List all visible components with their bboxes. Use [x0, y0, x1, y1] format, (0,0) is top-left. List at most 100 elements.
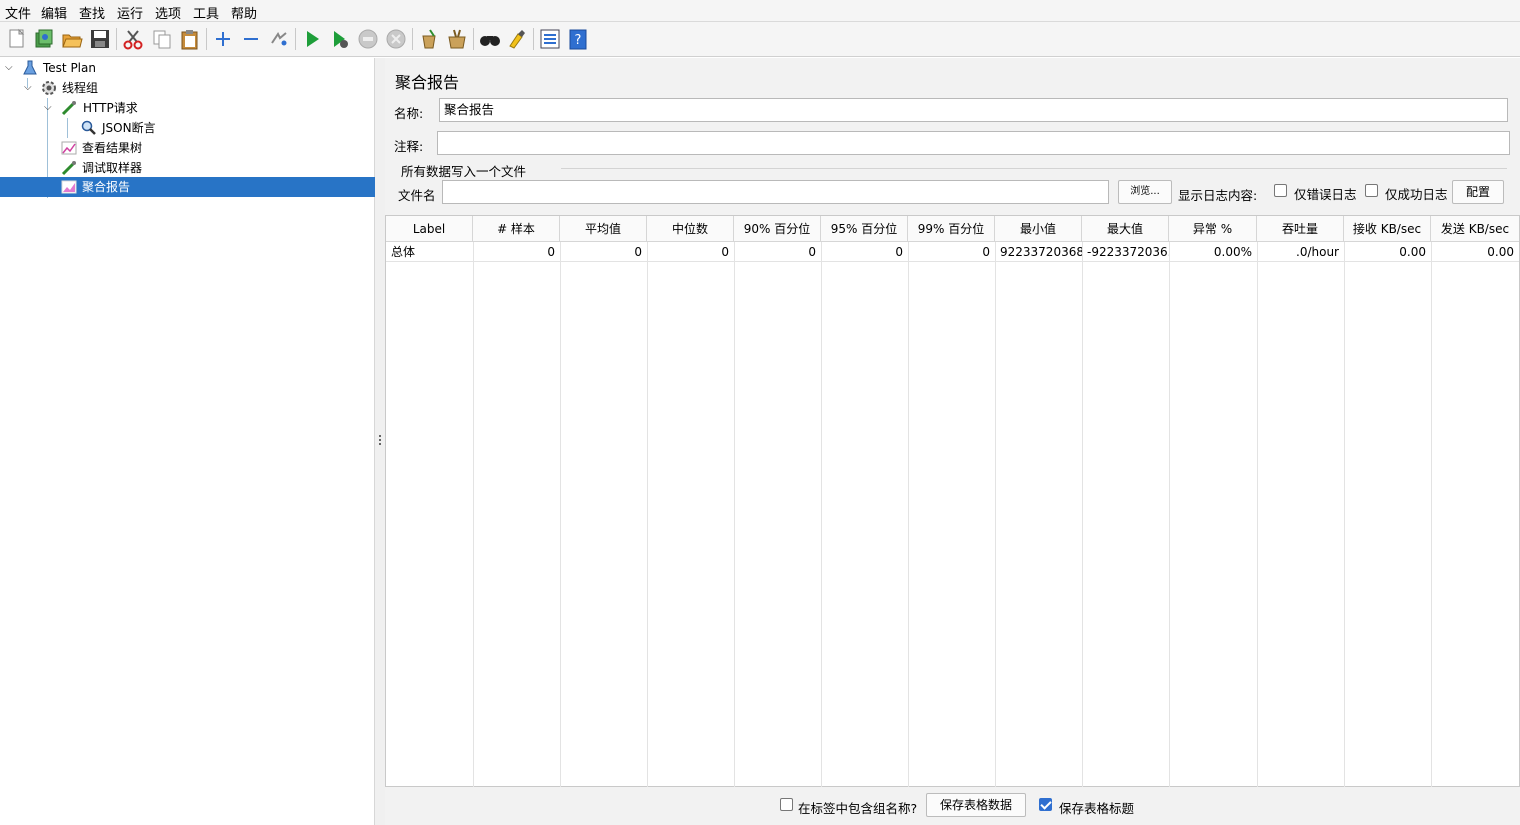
- magnifier-icon: [81, 120, 97, 136]
- column-header[interactable]: 异常 %: [1169, 216, 1257, 242]
- column-header[interactable]: 最小值: [995, 216, 1082, 242]
- reset-search-icon[interactable]: [506, 28, 528, 50]
- help-icon[interactable]: ?: [567, 28, 589, 50]
- table-cell: 0: [908, 242, 995, 262]
- gear-icon: [41, 80, 57, 96]
- column-header[interactable]: 最大值: [1082, 216, 1169, 242]
- menu-file[interactable]: 文件: [5, 3, 31, 22]
- filename-field[interactable]: [442, 180, 1109, 204]
- table-cell: 0: [647, 242, 734, 262]
- success-only-checkbox[interactable]: [1365, 184, 1378, 197]
- tree-label: 聚合报告: [82, 180, 131, 194]
- expand-icon[interactable]: [212, 28, 234, 50]
- test-plan-tree: ⌵ Test Plan ⌵ 线程组 ⌵ HTTP请求 JSON断言 查看结果树 …: [0, 58, 375, 825]
- tree-item-aggregate-report[interactable]: 聚合报告: [0, 177, 375, 197]
- tree-item-test-plan[interactable]: ⌵ Test Plan: [0, 58, 375, 78]
- log-content-label: 显示日志内容:: [1178, 188, 1258, 203]
- browse-button[interactable]: 浏览...: [1118, 180, 1172, 204]
- stop-icon[interactable]: [357, 28, 379, 50]
- column-header[interactable]: 90% 百分位: [734, 216, 821, 242]
- new-icon[interactable]: [6, 28, 28, 50]
- save-header-label: 保存表格标题: [1059, 801, 1135, 816]
- pipette-icon: [61, 160, 77, 176]
- menu-bar: 文件 编辑 查找 运行 选项 工具 帮助: [0, 0, 1520, 22]
- table-cell: -9223372036...: [1082, 242, 1169, 262]
- menu-tools[interactable]: 工具: [193, 3, 219, 22]
- table-cell: 0: [734, 242, 821, 262]
- name-label: 名称:: [394, 106, 424, 121]
- configure-button[interactable]: 配置: [1452, 180, 1504, 204]
- page-title: 聚合报告: [395, 73, 460, 92]
- start-no-pause-icon[interactable]: [329, 28, 351, 50]
- column-header[interactable]: 吞吐量: [1257, 216, 1344, 242]
- tree-label: 线程组: [62, 81, 99, 95]
- name-field[interactable]: 聚合报告: [439, 98, 1508, 122]
- aggregate-report-panel: 聚合报告 名称: 聚合报告 注释: 所有数据写入一个文件 文件名 浏览... 显…: [385, 58, 1520, 825]
- include-group-checkbox[interactable]: [780, 798, 793, 811]
- function-helper-icon[interactable]: [539, 28, 561, 50]
- save-table-button[interactable]: 保存表格数据: [926, 793, 1026, 817]
- menu-run[interactable]: 运行: [117, 3, 143, 22]
- tree-item-view-results-tree[interactable]: 查看结果树: [0, 138, 375, 158]
- file-section-title: 所有数据写入一个文件: [401, 164, 527, 179]
- paste-icon[interactable]: [179, 28, 201, 50]
- tree-item-thread-group[interactable]: ⌵ 线程组: [0, 78, 375, 98]
- start-icon[interactable]: [301, 28, 323, 50]
- tree-item-http-request[interactable]: ⌵ HTTP请求: [0, 98, 375, 118]
- svg-text:?: ?: [575, 33, 582, 48]
- templates-icon[interactable]: [33, 28, 55, 50]
- clear-all-icon[interactable]: [446, 28, 468, 50]
- tree-item-json-assertion[interactable]: JSON断言: [0, 118, 375, 138]
- chevron-down-icon[interactable]: ⌵: [44, 98, 52, 118]
- pipette-icon: [61, 100, 77, 116]
- menu-options[interactable]: 选项: [155, 3, 181, 22]
- results-table: Label # 样本 平均值 中位数 90% 百分位 95% 百分位 99% 百…: [385, 215, 1520, 787]
- collapse-icon[interactable]: [240, 28, 262, 50]
- chevron-down-icon[interactable]: ⌵: [24, 78, 32, 98]
- table-cell: .0/hour: [1257, 242, 1344, 262]
- column-header[interactable]: 95% 百分位: [821, 216, 908, 242]
- table-cell: 总体: [386, 242, 473, 262]
- menu-search[interactable]: 查找: [79, 3, 105, 22]
- column-header[interactable]: 99% 百分位: [908, 216, 995, 242]
- column-header[interactable]: 中位数: [647, 216, 734, 242]
- column-header[interactable]: 接收 KB/sec: [1344, 216, 1431, 242]
- success-only-label: 仅成功日志: [1385, 187, 1448, 202]
- splitter-handle[interactable]: [375, 58, 385, 825]
- comment-label: 注释:: [394, 139, 424, 154]
- menu-edit[interactable]: 编辑: [41, 3, 67, 22]
- open-icon[interactable]: [61, 28, 83, 50]
- errors-only-checkbox[interactable]: [1274, 184, 1287, 197]
- shutdown-icon[interactable]: [385, 28, 407, 50]
- menu-help[interactable]: 帮助: [231, 3, 257, 22]
- column-header[interactable]: Label: [386, 216, 473, 242]
- save-icon[interactable]: [89, 28, 111, 50]
- save-header-checkbox[interactable]: [1039, 798, 1052, 811]
- chevron-down-icon[interactable]: ⌵: [5, 58, 13, 78]
- cut-icon[interactable]: [122, 28, 144, 50]
- include-group-label: 在标签中包含组名称?: [798, 801, 918, 816]
- table-cell: 92233720368...: [995, 242, 1082, 262]
- table-cell: 0: [560, 242, 647, 262]
- table-cell: 0.00: [1431, 242, 1519, 262]
- toolbar: ?: [0, 22, 1520, 57]
- copy-icon[interactable]: [151, 28, 173, 50]
- flask-icon: [22, 60, 38, 76]
- table-cell: 0.00%: [1169, 242, 1257, 262]
- column-header[interactable]: 平均值: [560, 216, 647, 242]
- comment-field[interactable]: [437, 131, 1510, 155]
- tree-label: 调试取样器: [82, 161, 143, 175]
- column-header[interactable]: 发送 KB/sec: [1431, 216, 1519, 242]
- search-icon[interactable]: [479, 28, 501, 50]
- tree-label: HTTP请求: [83, 101, 138, 115]
- tree-label: 查看结果树: [82, 141, 143, 155]
- filename-label: 文件名: [398, 188, 436, 203]
- toggle-icon[interactable]: [268, 28, 290, 50]
- errors-only-label: 仅错误日志: [1294, 187, 1357, 202]
- clear-icon[interactable]: [418, 28, 440, 50]
- column-header[interactable]: # 样本: [473, 216, 560, 242]
- chart-icon: [61, 179, 77, 195]
- chart-icon: [61, 140, 77, 156]
- table-cell: 0.00: [1344, 242, 1431, 262]
- tree-item-debug-sampler[interactable]: 调试取样器: [0, 158, 375, 178]
